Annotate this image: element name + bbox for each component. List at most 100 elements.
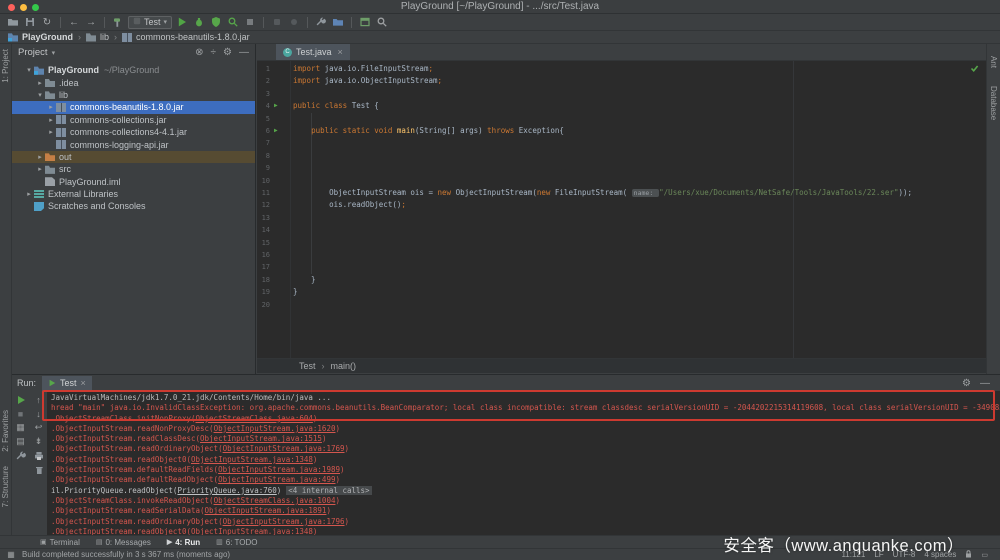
profile-icon[interactable] (226, 15, 240, 29)
tool-window-button-6-todo[interactable]: ▥6: TODO (216, 538, 257, 547)
close-tab-icon[interactable]: × (81, 378, 86, 388)
up-stack-icon[interactable]: ↑ (33, 394, 45, 405)
coverage-icon[interactable] (209, 15, 223, 29)
expand-arrow-icon[interactable]: ▾ (35, 91, 45, 99)
tool-window-toggle-icon[interactable]: ▦ (0, 550, 22, 559)
stacktrace-link[interactable]: ObjectInputStream.java:1515 (200, 434, 322, 443)
stripe-button-1-project[interactable]: 1: Project (1, 49, 10, 83)
close-tab-icon[interactable]: × (338, 47, 343, 57)
synchronize-icon[interactable]: ↻ (40, 15, 54, 29)
tab-test-java[interactable]: C Test.java × (276, 44, 350, 60)
tree-item-playground[interactable]: ▾PlayGround~/PlayGround (12, 64, 255, 76)
soft-wrap-icon[interactable]: ↩ (33, 422, 45, 433)
tree-item-commons-logging-api-jar[interactable]: commons-logging-api.jar (12, 138, 255, 150)
stripe-button-database[interactable]: Database (989, 86, 998, 120)
monitor-icon[interactable]: ▭ (981, 551, 988, 559)
expand-arrow-icon[interactable]: ▸ (46, 103, 56, 111)
settings-wrench-icon[interactable] (15, 450, 27, 461)
tree-item-commons-collections4-4-1-jar[interactable]: ▸commons-collections4-4.1.jar (12, 126, 255, 138)
project-panel-title[interactable]: Project (18, 47, 48, 58)
expand-arrow-icon[interactable]: ▾ (24, 66, 34, 74)
rerun-icon[interactable] (15, 394, 27, 405)
editor-breadcrumb-item[interactable]: Test (299, 361, 316, 371)
folded-calls-chip[interactable]: <4 internal calls> (286, 486, 371, 495)
tool-window-button-0-messages[interactable]: ▤0: Messages (96, 538, 151, 547)
breadcrumb-item-lib[interactable]: lib (86, 32, 109, 42)
tree-item-playground-iml[interactable]: PlayGround.iml (12, 176, 255, 188)
expand-arrow-icon[interactable]: ▸ (46, 116, 56, 124)
tree-item-commons-beanutils-1-8-0-jar[interactable]: ▸commons-beanutils-1.8.0.jar (12, 101, 255, 113)
stop-icon[interactable]: ■ (15, 408, 27, 419)
chevron-down-icon[interactable]: ▾ (52, 49, 56, 57)
down-stack-icon[interactable]: ↓ (33, 408, 45, 419)
tree-item-scratches-and-consoles[interactable]: Scratches and Consoles (12, 200, 255, 212)
zoom-window-button[interactable] (32, 4, 39, 11)
settings-gear-icon[interactable]: ⚙ (962, 378, 971, 389)
tree-item-idea[interactable]: ▸.idea (12, 76, 255, 88)
stripe-button-ant[interactable]: Ant (989, 56, 998, 68)
stacktrace-link[interactable]: ObjectInputStream.java:1620 (214, 424, 336, 433)
restore-windows-icon[interactable] (358, 15, 372, 29)
stacktrace-link[interactable]: ObjectStreamClass.java:1004 (214, 496, 336, 505)
run-line-icon[interactable]: ▶ (274, 125, 278, 137)
stacktrace-link[interactable]: ObjectInputStream.java:1796 (223, 517, 345, 526)
attach-debugger-icon[interactable] (270, 15, 284, 29)
run-icon[interactable] (175, 15, 189, 29)
breadcrumb-item-commons-beanutils-1-8-0-jar[interactable]: commons-beanutils-1.8.0.jar (122, 32, 250, 42)
expand-arrow-icon[interactable]: ▸ (35, 153, 45, 161)
editor-breadcrumb-item[interactable]: main() (331, 361, 357, 371)
stacktrace-link[interactable]: ObjectInputStream.java:1989 (218, 465, 340, 474)
settings-gear-icon[interactable]: ⚙ (223, 47, 232, 58)
breadcrumb-item-playground[interactable]: PlayGround (8, 32, 73, 42)
window-title: PlayGround [~/PlayGround] - .../src/Test… (0, 0, 1000, 14)
debug-icon[interactable] (192, 15, 206, 29)
print-icon[interactable] (33, 450, 45, 461)
stacktrace-link[interactable]: ObjectInputStream.java:1891 (205, 506, 327, 515)
stripe-button-2-favorites[interactable]: 2: Favorites (1, 410, 10, 452)
stacktrace-link[interactable]: ObjectInputStream.java:1769 (223, 444, 345, 453)
tree-item-external-libraries[interactable]: ▸External Libraries (12, 188, 255, 200)
tool-window-button-terminal[interactable]: ▣Terminal (40, 538, 80, 547)
hide-icon[interactable]: — (239, 47, 249, 58)
run-tab-test[interactable]: Test × (42, 376, 92, 391)
run-console[interactable]: JavaVirtualMachines/jdk1.7.0_21.jdk/Cont… (47, 391, 1000, 535)
collapse-all-icon[interactable]: ÷ (211, 47, 217, 58)
tool-window-button-4-run[interactable]: ▶4: Run (167, 538, 200, 547)
close-window-button[interactable] (8, 4, 15, 11)
run-line-icon[interactable]: ▶ (274, 100, 278, 112)
code-editor[interactable]: 1import java.io.FileInputStream;2import … (257, 61, 986, 358)
stacktrace-link[interactable]: ObjectInputStream.java:1348 (191, 527, 313, 535)
stripe-button-7-structure[interactable]: 7: Structure (1, 466, 10, 507)
run-config-selector[interactable]: Test▾ (128, 16, 172, 29)
stop-icon[interactable] (243, 15, 257, 29)
expand-arrow-icon[interactable]: ▸ (24, 190, 34, 198)
minimize-window-button[interactable] (20, 4, 27, 11)
restore-layout-icon[interactable]: ▦ (15, 422, 27, 433)
stacktrace-link[interactable]: ObjectStreamClass.java:604 (196, 414, 313, 423)
open-project-icon[interactable] (6, 15, 20, 29)
stacktrace-link[interactable]: ObjectInputStream.java:499 (218, 475, 335, 484)
forward-icon[interactable]: → (84, 15, 98, 29)
tree-item-out[interactable]: ▸out (12, 151, 255, 163)
tree-item-commons-collections-jar[interactable]: ▸commons-collections.jar (12, 114, 255, 126)
expand-arrow-icon[interactable]: ▸ (46, 128, 56, 136)
clear-all-icon[interactable] (33, 464, 45, 475)
pin-tab-icon[interactable]: ▤ (15, 436, 27, 447)
settings-wrench-icon[interactable] (314, 15, 328, 29)
search-everywhere-icon[interactable] (375, 15, 389, 29)
expand-arrow-icon[interactable]: ▸ (35, 165, 45, 173)
tree-item-lib[interactable]: ▾lib (12, 89, 255, 101)
lock-icon[interactable] (965, 550, 972, 560)
back-icon[interactable]: ← (67, 15, 81, 29)
attach-profiler-icon[interactable] (287, 15, 301, 29)
locate-icon[interactable]: ⊗ (195, 47, 203, 58)
tree-item-src[interactable]: ▸src (12, 163, 255, 175)
project-structure-icon[interactable] (331, 15, 345, 29)
expand-arrow-icon[interactable]: ▸ (35, 79, 45, 87)
stacktrace-link[interactable]: ObjectInputStream.java:1348 (191, 455, 313, 464)
scroll-end-icon[interactable]: ⇟ (33, 436, 45, 447)
save-all-icon[interactable] (23, 15, 37, 29)
build-hammer-icon[interactable] (111, 15, 125, 29)
hide-icon[interactable]: — (980, 378, 990, 389)
stacktrace-link[interactable]: PriorityQueue.java:760 (177, 486, 276, 495)
